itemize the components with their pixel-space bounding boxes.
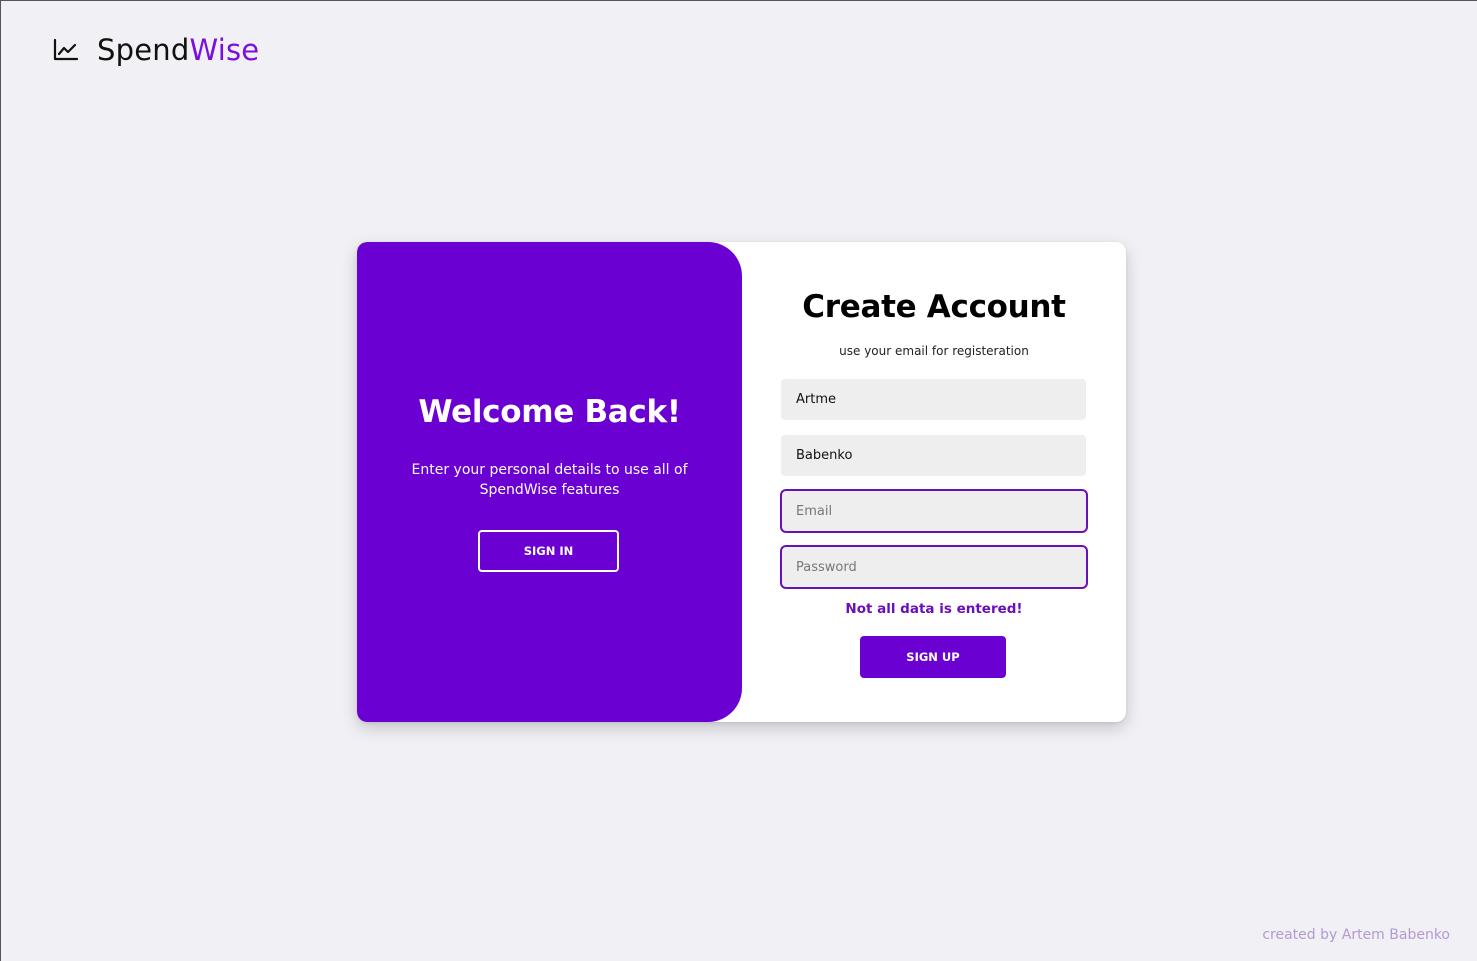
form-title: Create Account xyxy=(802,289,1066,325)
sign-up-button[interactable]: SIGN UP xyxy=(860,636,1006,678)
password-field[interactable] xyxy=(780,545,1088,589)
form-subtitle: use your email for registeration xyxy=(839,344,1029,358)
signup-panel: Create Account use your email for regist… xyxy=(742,242,1126,722)
app-logo[interactable]: SpendWise xyxy=(53,31,259,69)
app-name: SpendWise xyxy=(97,33,259,67)
welcome-panel: Welcome Back! Enter your personal detail… xyxy=(357,242,742,722)
auth-card: Welcome Back! Enter your personal detail… xyxy=(357,242,1126,722)
sign-in-button[interactable]: SIGN IN xyxy=(478,530,619,572)
line-chart-icon xyxy=(53,36,81,64)
footer-credit: created by Artem Babenko xyxy=(1262,927,1450,943)
email-field[interactable] xyxy=(780,489,1088,533)
form-error-message: Not all data is entered! xyxy=(845,601,1023,617)
app-name-part2: Wise xyxy=(189,33,260,67)
last-name-field[interactable] xyxy=(781,435,1086,476)
welcome-text: Enter your personal details to use all o… xyxy=(411,462,688,498)
first-name-field[interactable] xyxy=(781,379,1086,420)
app-name-part1: Spend xyxy=(97,33,190,67)
welcome-title: Welcome Back! xyxy=(418,394,681,430)
